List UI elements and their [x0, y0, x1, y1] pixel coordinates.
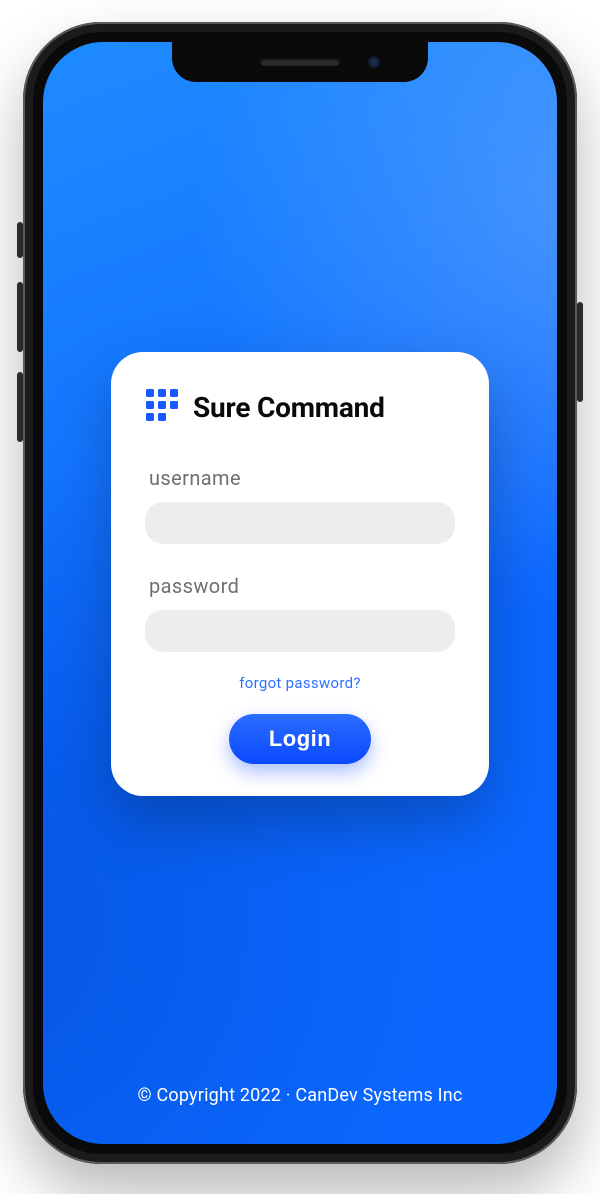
phone-screen: Sure Command username password forgot pa… — [43, 42, 557, 1144]
phone-frame: Sure Command username password forgot pa… — [23, 22, 577, 1164]
password-label: password — [145, 574, 455, 598]
forgot-password-link[interactable]: forgot password? — [145, 674, 455, 692]
side-button-silence — [17, 222, 23, 258]
phone-notch — [172, 42, 428, 82]
front-camera — [368, 56, 380, 68]
brand-title-a: Sure — [193, 391, 250, 424]
login-card: Sure Command username password forgot pa… — [111, 352, 489, 796]
grid-dots-icon — [145, 388, 179, 426]
brand-title-b: Command — [257, 391, 385, 424]
password-input[interactable] — [145, 610, 455, 652]
speaker-grill — [260, 58, 340, 66]
side-button-vol-down — [17, 372, 23, 442]
login-button[interactable]: Login — [229, 714, 371, 764]
footer-copyright: © Copyright 2022 · CanDev Systems Inc — [43, 1085, 557, 1106]
screen-content: Sure Command username password forgot pa… — [43, 42, 557, 1144]
side-button-power — [577, 302, 583, 402]
brand-title: Sure Command — [193, 391, 385, 424]
brand-row: Sure Command — [145, 388, 455, 426]
side-button-vol-up — [17, 282, 23, 352]
username-label: username — [145, 466, 455, 490]
device-mockup: Sure Command username password forgot pa… — [0, 0, 600, 1194]
username-input[interactable] — [145, 502, 455, 544]
